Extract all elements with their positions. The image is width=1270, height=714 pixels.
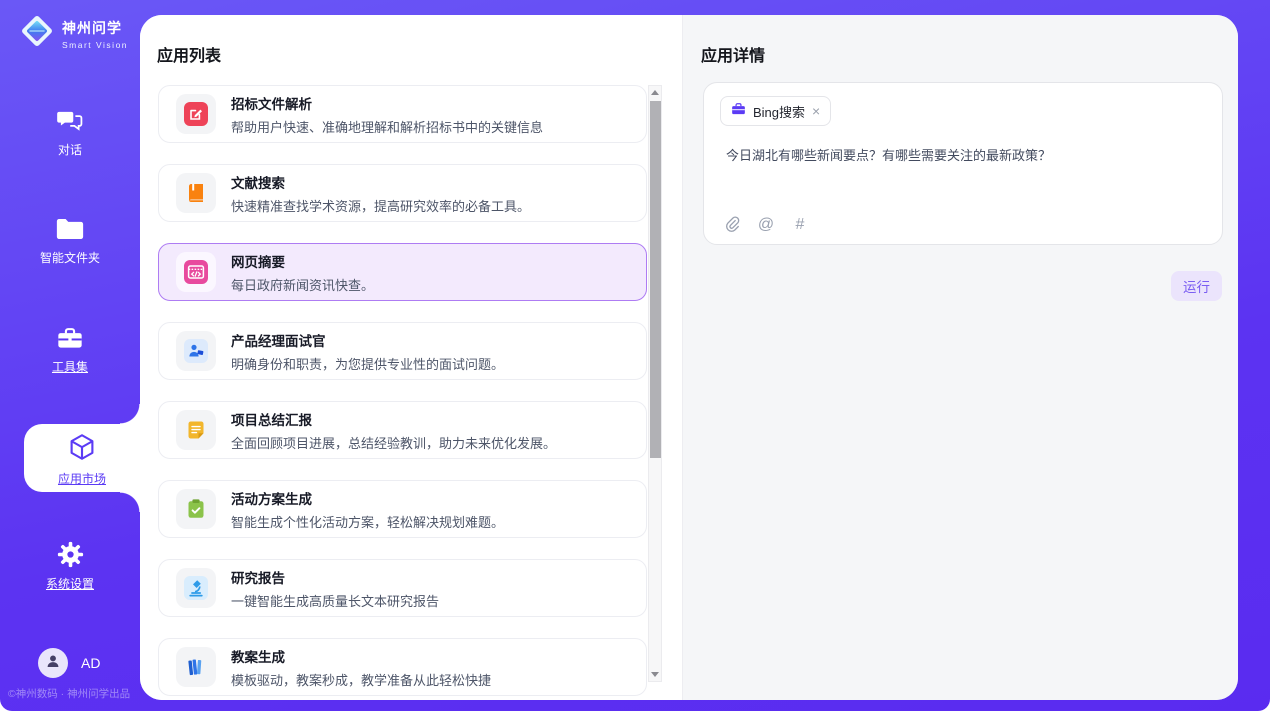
book-icon bbox=[176, 173, 216, 213]
logo-title: 神州问学 bbox=[62, 20, 122, 36]
app-card-title: 项目总结汇报 bbox=[231, 409, 556, 429]
sidebar-item-app-market[interactable]: 应用市场 bbox=[24, 424, 140, 492]
logo-subtitle: Smart Vision bbox=[62, 40, 128, 50]
sidebar-item-toolset[interactable]: 工具集 bbox=[0, 325, 140, 375]
paperclip-icon[interactable] bbox=[722, 215, 742, 235]
clipboard-check-icon bbox=[176, 489, 216, 529]
app-card-title: 招标文件解析 bbox=[231, 93, 543, 113]
scroll-down-icon[interactable] bbox=[649, 668, 661, 681]
at-icon[interactable]: @ bbox=[756, 215, 776, 235]
app-card-desc: 帮助用户快速、准确地理解和解析招标书中的关键信息 bbox=[231, 117, 543, 136]
app-card-bid-parse[interactable]: 招标文件解析 帮助用户快速、准确地理解和解析招标书中的关键信息 bbox=[158, 85, 647, 143]
app-card-pm-interviewer[interactable]: 产品经理面试官 明确身份和职责，为您提供专业性的面试问题。 bbox=[158, 322, 647, 380]
prompt-card: Bing搜索 × 今日湖北有哪些新闻要点？有哪些需要关注的最新政策？ @ # bbox=[703, 82, 1223, 245]
copyright-footer: ©神州数码 · 神州问学出品 bbox=[8, 686, 130, 701]
interviewer-icon bbox=[176, 331, 216, 371]
tool-tag-bing-search[interactable]: Bing搜索 × bbox=[720, 96, 831, 126]
sidebar-item-smart-folder[interactable]: 智能文件夹 bbox=[0, 216, 140, 266]
main-content: 应用列表 招标文件解析 帮助用户快速、准确地理解和解析招标书中的关键信息 bbox=[140, 15, 1238, 700]
app-logo: 神州问学 Smart Vision bbox=[18, 12, 128, 55]
app-card-literature-search[interactable]: 文献搜索 快速精准查找学术资源，提高研究效率的必备工具。 bbox=[158, 164, 647, 222]
sidebar-item-label: 智能文件夹 bbox=[0, 249, 140, 266]
gem-logo-icon bbox=[18, 12, 56, 55]
folder-icon bbox=[0, 216, 140, 242]
app-card-research-report[interactable]: 研究报告 一键智能生成高质量长文本研究报告 bbox=[158, 559, 647, 617]
briefcase-icon bbox=[731, 102, 746, 121]
sidebar-item-label: 系统设置 bbox=[0, 575, 140, 592]
browser-code-icon bbox=[176, 252, 216, 292]
app-card-project-summary[interactable]: 项目总结汇报 全面回顾项目进展，总结经验教训，助力未来优化发展。 bbox=[158, 401, 647, 459]
toolbox-icon bbox=[0, 325, 140, 351]
prompt-input[interactable]: 今日湖北有哪些新闻要点？有哪些需要关注的最新政策？ bbox=[726, 145, 1196, 164]
app-card-desc: 一键智能生成高质量长文本研究报告 bbox=[231, 591, 439, 610]
hash-icon[interactable]: # bbox=[790, 215, 810, 235]
app-card-desc: 明确身份和职责，为您提供专业性的面试问题。 bbox=[231, 354, 504, 373]
app-card-title: 研究报告 bbox=[231, 567, 439, 587]
app-card-title: 产品经理面试官 bbox=[231, 330, 504, 350]
app-list-title: 应用列表 bbox=[157, 42, 221, 66]
sidebar: 神州问学 Smart Vision 对话 智能文件夹 bbox=[0, 0, 140, 711]
app-card-event-plan[interactable]: 活动方案生成 智能生成个性化活动方案，轻松解决规划难题。 bbox=[158, 480, 647, 538]
gear-icon bbox=[0, 541, 140, 568]
avatar bbox=[38, 648, 68, 678]
app-card-desc: 全面回顾项目进展，总结经验教训，助力未来优化发展。 bbox=[231, 433, 556, 452]
document-edit-icon bbox=[176, 94, 216, 134]
person-icon bbox=[44, 652, 62, 675]
app-card-web-summary[interactable]: 网页摘要 每日政府新闻资讯快查。 bbox=[158, 243, 647, 301]
app-card-desc: 模板驱动，教案秒成，教学准备从此轻松快捷 bbox=[231, 670, 491, 689]
prompt-toolbar: @ # bbox=[722, 215, 810, 235]
app-card-desc: 智能生成个性化活动方案，轻松解决规划难题。 bbox=[231, 512, 504, 531]
sidebar-item-settings[interactable]: 系统设置 bbox=[0, 541, 140, 592]
app-frame: 神州问学 Smart Vision 对话 智能文件夹 bbox=[0, 0, 1270, 711]
chat-icon bbox=[0, 108, 140, 134]
app-detail-panel: 应用详情 Bing搜索 × 今日湖北有哪些新闻要点？有哪些需要关注的最新政策？ bbox=[682, 15, 1238, 700]
run-button[interactable]: 运行 bbox=[1171, 271, 1222, 301]
app-card-lesson-plan[interactable]: 教案生成 模板驱动，教案秒成，教学准备从此轻松快捷 bbox=[158, 638, 647, 696]
app-card-title: 网页摘要 bbox=[231, 251, 374, 271]
app-card-title: 文献搜索 bbox=[231, 172, 530, 192]
close-icon[interactable]: × bbox=[812, 104, 820, 118]
tool-tag-label: Bing搜索 bbox=[753, 102, 805, 121]
active-tab-notch-bottom bbox=[120, 492, 140, 512]
sidebar-item-label: 工具集 bbox=[0, 358, 140, 375]
app-card-desc: 快速精准查找学术资源，提高研究效率的必备工具。 bbox=[231, 196, 530, 215]
app-card-list: 招标文件解析 帮助用户快速、准确地理解和解析招标书中的关键信息 文献搜索 bbox=[158, 85, 647, 700]
app-card-title: 教案生成 bbox=[231, 646, 491, 666]
microscope-icon bbox=[176, 568, 216, 608]
scrollbar[interactable] bbox=[648, 85, 662, 682]
cube-icon bbox=[67, 449, 97, 466]
books-icon bbox=[176, 647, 216, 687]
sidebar-item-label: 应用市场 bbox=[24, 470, 140, 487]
scrollbar-thumb[interactable] bbox=[650, 101, 661, 458]
app-list-panel: 应用列表 招标文件解析 帮助用户快速、准确地理解和解析招标书中的关键信息 bbox=[140, 15, 682, 700]
app-card-title: 活动方案生成 bbox=[231, 488, 504, 508]
sidebar-item-chat[interactable]: 对话 bbox=[0, 108, 140, 158]
user-initials: AD bbox=[81, 655, 100, 671]
notepad-icon bbox=[176, 410, 216, 450]
app-card-desc: 每日政府新闻资讯快查。 bbox=[231, 275, 374, 294]
sidebar-item-label: 对话 bbox=[0, 141, 140, 158]
scroll-up-icon[interactable] bbox=[649, 86, 661, 99]
active-tab-notch-top bbox=[120, 404, 140, 424]
app-detail-title: 应用详情 bbox=[701, 42, 765, 66]
user-account[interactable]: AD bbox=[38, 648, 100, 678]
